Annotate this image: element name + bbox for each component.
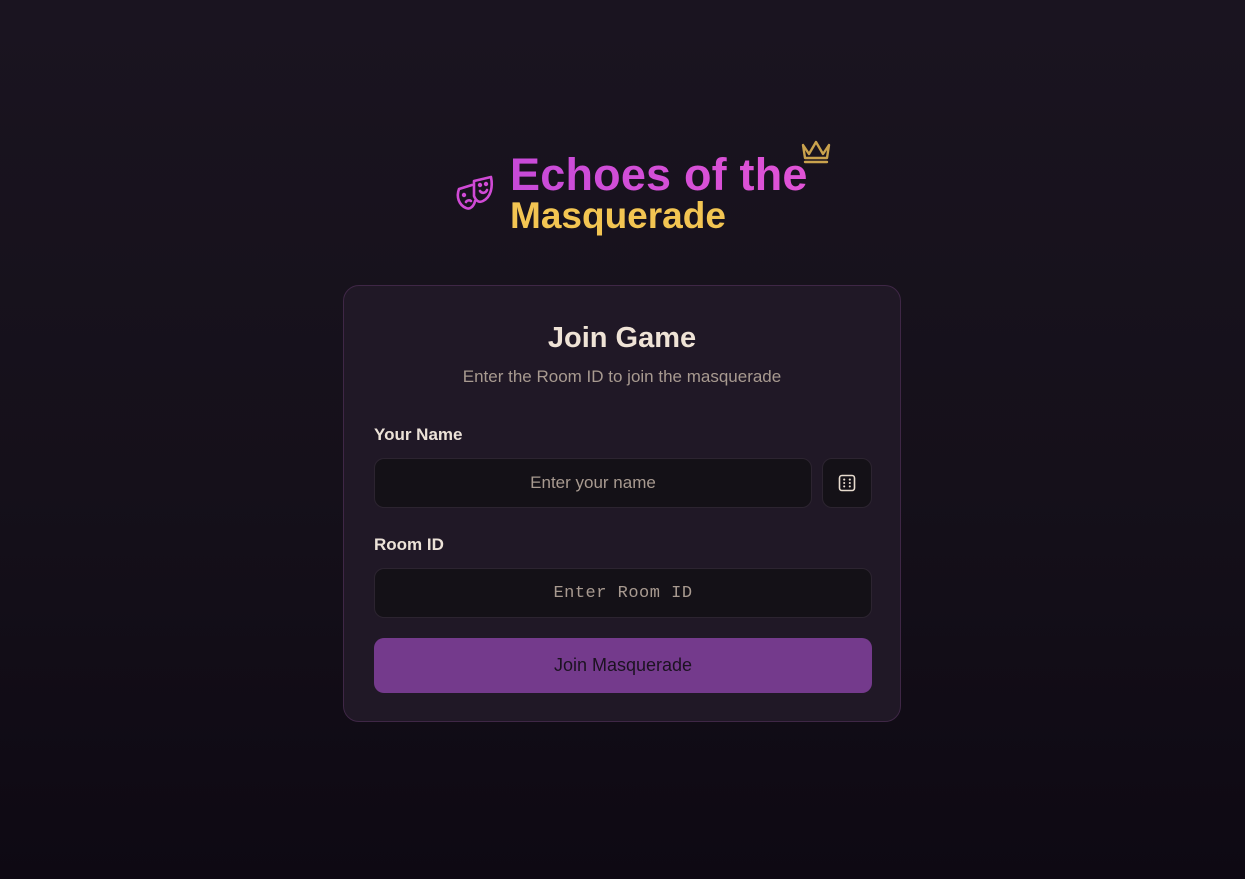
crown-icon	[801, 140, 831, 164]
theater-mask-icon	[456, 175, 494, 210]
room-id-input[interactable]	[374, 568, 872, 618]
join-game-card: Join Game Enter the Room ID to join the …	[343, 285, 901, 722]
card-title: Join Game	[547, 322, 697, 354]
game-title-line1: Echoes of the	[510, 149, 808, 200]
name-field-label: Your Name	[374, 425, 463, 444]
game-title-line2: Masquerade	[510, 195, 726, 236]
name-input[interactable]	[374, 458, 812, 508]
game-logo: Echoes of the Masquerade	[453, 140, 853, 240]
room-id-field-label: Room ID	[374, 535, 444, 554]
dice-icon	[838, 474, 856, 492]
join-masquerade-button[interactable]: Join Masquerade	[374, 638, 872, 693]
randomize-name-button[interactable]	[822, 458, 872, 508]
card-subtitle: Enter the Room ID to join the masquerade	[462, 367, 782, 386]
